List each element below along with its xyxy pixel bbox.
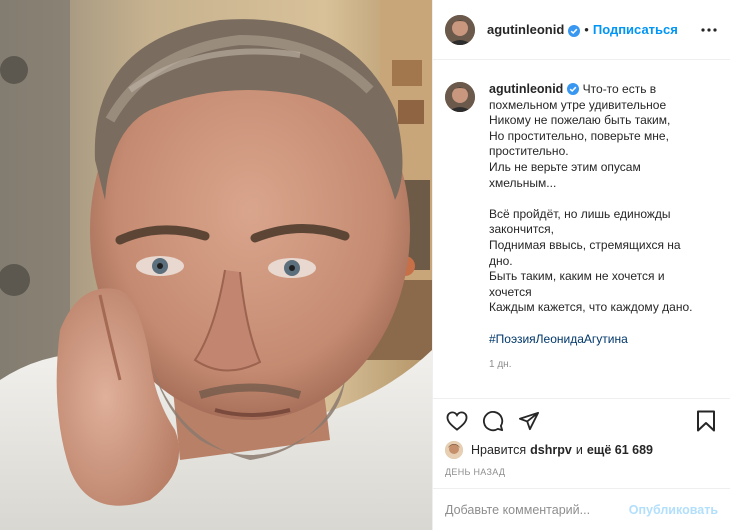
caption-line: Каждым кажется, что каждому дано. <box>489 300 693 315</box>
more-horizontal-icon[interactable] <box>700 21 718 39</box>
selfie-image <box>0 0 432 530</box>
caption-row: agutinleonid Что-то есть в похмельном ут… <box>445 82 718 347</box>
publish-button[interactable]: Опубликовать <box>629 503 718 517</box>
caption-line: дно. <box>489 253 513 268</box>
caption-line: Поднимая ввысь, стремящихся на <box>489 237 681 252</box>
caption-line: хочется <box>489 284 532 299</box>
likes-count[interactable]: ещё 61 689 <box>587 443 653 457</box>
caption-line: закончится, <box>489 222 555 237</box>
likes-connector: и <box>575 443 583 457</box>
caption-username[interactable]: agutinleonid <box>489 82 563 96</box>
caption-gap <box>489 316 718 332</box>
heart-icon[interactable] <box>445 409 469 433</box>
author-username[interactable]: agutinleonid <box>487 22 564 37</box>
caption-line: простительно. <box>489 144 569 159</box>
comments-section: agutinleonid Что-то есть в похмельном ут… <box>433 60 730 398</box>
author-avatar[interactable] <box>445 14 475 45</box>
bookmark-icon[interactable] <box>694 409 718 433</box>
verified-badge-icon <box>568 24 581 37</box>
caption-line: Всё пройдёт, но лишь единожды <box>489 206 671 221</box>
caption-line: похмельном утре удивительное <box>489 97 667 112</box>
verified-badge-icon <box>567 83 580 95</box>
header-separator: • <box>584 22 589 37</box>
comment-icon[interactable] <box>481 409 505 433</box>
follow-button[interactable]: Подписаться <box>593 22 678 37</box>
caption-time[interactable]: 1 дн. <box>489 359 718 370</box>
post-side-panel: agutinleonid • Подписаться agutinleonid … <box>432 0 730 530</box>
caption-line: Но простительно, поверьте мне, <box>489 128 669 143</box>
caption-line: Иль не верьте этим опусам <box>489 159 641 174</box>
caption-line: agutinleonid Что-то есть в <box>489 82 718 98</box>
caption-author-avatar[interactable] <box>445 82 475 112</box>
paper-plane-icon[interactable] <box>517 409 541 433</box>
caption-text: Что-то есть в <box>582 82 657 96</box>
liker-avatar[interactable] <box>445 441 463 459</box>
comment-input[interactable] <box>445 502 629 517</box>
post-date[interactable]: ДЕНЬ НАЗАД <box>445 467 505 477</box>
post-photo[interactable] <box>0 0 432 530</box>
post-caption: agutinleonid Что-то есть в похмельном ут… <box>489 82 718 347</box>
caption-gap <box>489 191 718 207</box>
action-bar <box>433 398 730 442</box>
caption-line: Никому не пожелаю быть таким, <box>489 113 671 128</box>
caption-line: Быть таким, каким не хочется и <box>489 269 665 284</box>
likes-row: Нравится dshrpv и ещё 61 689 <box>445 438 718 462</box>
caption-line: хмельным... <box>489 175 557 190</box>
post-header: agutinleonid • Подписаться <box>433 0 730 60</box>
add-comment-bar: Опубликовать <box>433 488 730 530</box>
likes-prefix: Нравится <box>471 443 527 457</box>
liker-username[interactable]: dshrpv <box>530 443 572 457</box>
hashtag-link[interactable]: #ПоэзияЛеонидаАгутина <box>489 332 718 348</box>
